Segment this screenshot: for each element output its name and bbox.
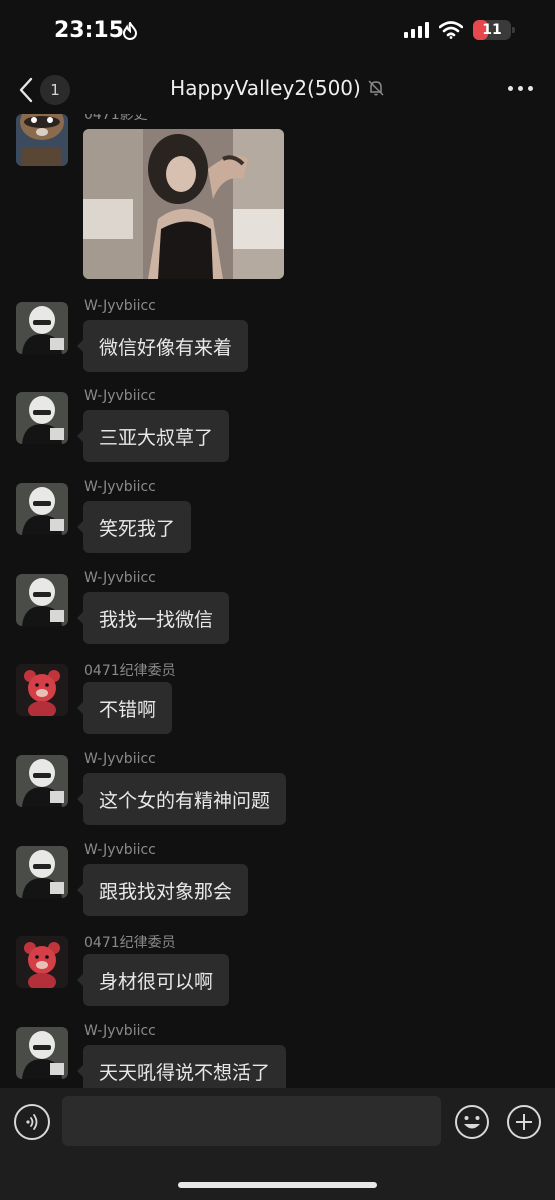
text-message-bubble[interactable]: 天天吼得说不想活了 [76,1045,287,1088]
battery-icon: 11 [473,20,515,40]
avatar-masked-figure[interactable] [16,302,68,354]
text-message-bubble[interactable]: 跟我找对象那会 [76,864,249,916]
sender-name: W-Jyvbiicc [84,570,156,586]
message-text: 身材很可以啊 [99,970,214,993]
text-message-bubble[interactable]: 我找一找微信 [76,592,230,644]
status-bar: 23:15 11 [0,0,555,66]
voice-input-button[interactable] [14,1104,50,1140]
sender-name: W-Jyvbiicc [84,1023,156,1039]
message-text: 三亚大叔草了 [99,426,214,449]
avatar-raccoon[interactable] [16,114,68,166]
text-message-bubble[interactable]: 笑死我了 [76,501,192,553]
sender-name: W-Jyvbiicc [84,479,156,495]
chat-title: HappyValley2(500) [170,76,361,100]
sender-name: W-Jyvbiicc [84,388,156,404]
avatar-red-bear[interactable] [16,936,68,988]
flame-icon [122,22,138,40]
bell-slash-icon [368,80,384,96]
avatar-red-bear[interactable] [16,664,68,716]
avatar-masked-figure[interactable] [16,1027,68,1079]
text-message-bubble[interactable]: 身材很可以啊 [76,954,230,1006]
battery-level: 11 [482,22,502,38]
text-message-bubble[interactable]: 微信好像有来着 [76,320,249,372]
message-list[interactable]: 0471影史 W-Jyvbiicc 微信好像有来着 W-Jyvbiicc 三亚大… [0,114,555,1088]
avatar-masked-figure[interactable] [16,483,68,535]
status-indicators: 11 [404,20,515,40]
home-indicator[interactable] [178,1182,377,1188]
sender-name: 0471纪律委员 [84,935,176,951]
text-message-bubble[interactable]: 不错啊 [76,682,173,734]
more-features-button[interactable] [506,1104,542,1140]
cellular-signal-icon [404,22,429,38]
sender-name: 0471纪律委员 [84,663,176,679]
avatar-masked-figure[interactable] [16,574,68,626]
wifi-icon [439,21,463,39]
sender-name: 0471影史 [84,114,148,123]
avatar-masked-figure[interactable] [16,755,68,807]
message-input[interactable] [62,1096,441,1146]
message-text: 我找一找微信 [99,608,214,631]
chat-header: 1 HappyValley2(500) [0,66,555,114]
message-text: 微信好像有来着 [99,336,233,359]
status-time: 23:15 [54,18,125,43]
emoji-icon [455,1105,489,1139]
message-text: 笑死我了 [99,517,176,540]
message-text: 不错啊 [99,698,157,721]
sender-name: W-Jyvbiicc [84,298,156,314]
image-message[interactable] [83,129,284,279]
chat-title-group: HappyValley2(500) [0,76,555,100]
message-text: 这个女的有精神问题 [99,789,271,812]
avatar-masked-figure[interactable] [16,392,68,444]
text-message-bubble[interactable]: 三亚大叔草了 [76,410,230,462]
message-text: 跟我找对象那会 [99,880,233,903]
emoji-button[interactable] [454,1104,490,1140]
message-text: 天天吼得说不想活了 [99,1061,271,1084]
sender-name: W-Jyvbiicc [84,842,156,858]
plus-icon [507,1105,541,1139]
sender-name: W-Jyvbiicc [84,751,156,767]
avatar-masked-figure[interactable] [16,846,68,898]
voice-icon [26,1114,38,1130]
more-options-button[interactable] [508,86,533,91]
text-message-bubble[interactable]: 这个女的有精神问题 [76,773,287,825]
